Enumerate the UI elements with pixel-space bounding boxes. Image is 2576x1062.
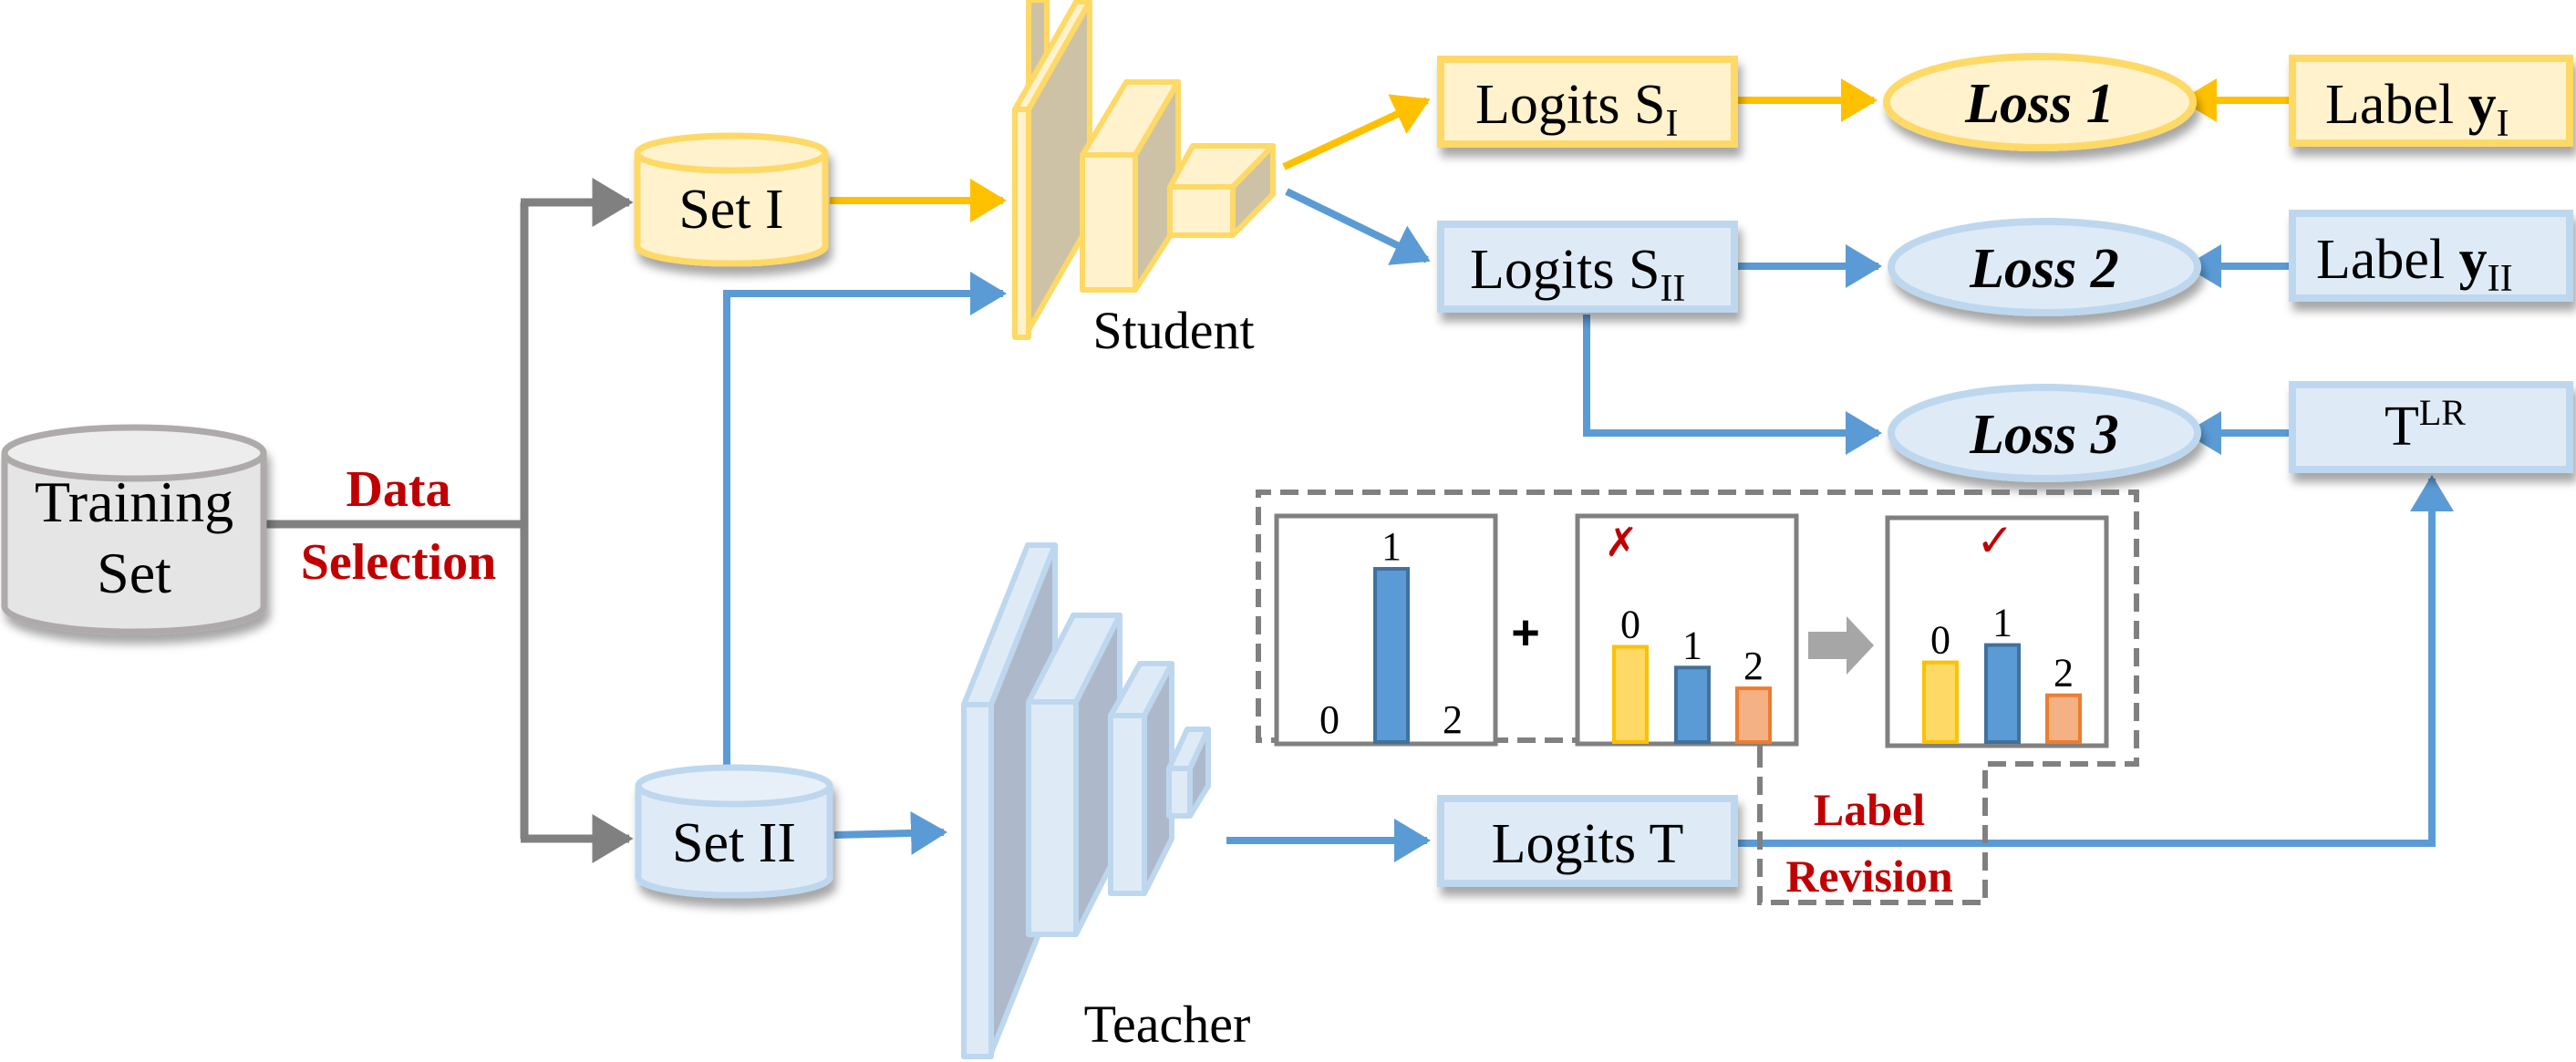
arrow-student-to-logits-sii (1285, 188, 1431, 265)
label-yi-symbol: y (2468, 74, 2497, 136)
bar-label-revised-label-class-2: 2 (2054, 651, 2074, 696)
svg-text:Label yI: Label yI (2325, 74, 2509, 145)
data-selection-label-line2: Selection (301, 534, 497, 591)
data-selection-label-line1: Data (346, 461, 450, 518)
svg-text:Logits SI: Logits SI (1475, 74, 1678, 145)
bar-revised-label-class-2 (2045, 693, 2082, 745)
bar-revised-label-class-1 (1984, 643, 2021, 744)
logits-t-node: Logits T (1437, 795, 1738, 887)
t-lr-superscript: LR (2419, 392, 2466, 433)
loss3-node: Loss 3 (1888, 384, 2201, 482)
bar-label-teacher-prediction-class-1: 1 (1682, 623, 1702, 667)
pipeline-diagram: Training Set Data Selection Set I Set II… (1, 0, 2573, 1059)
loss1-node: Loss 1 (1883, 53, 2197, 151)
student-network-icon (1012, 0, 1276, 340)
arrow-logits-sii-to-loss3 (1583, 314, 1882, 455)
bar-label-one-hot-label-class-2: 2 (1443, 697, 1463, 742)
logits-sii-node: Logits SII (1437, 221, 1738, 313)
teacher-network-icon (961, 542, 1211, 1059)
training-set-label-line1: Training (35, 469, 233, 534)
loss2-label: Loss 2 (1969, 238, 2119, 300)
arrow-set-ii-to-student (723, 272, 1007, 766)
set-ii-label: Set II (672, 812, 796, 874)
training-set-label-line2: Set (97, 541, 171, 605)
label-yii-subscript: II (2488, 258, 2513, 300)
bar-revised-label-class-0 (1922, 660, 1959, 744)
label-revision-line1: Label (1814, 784, 1925, 835)
bar-teacher-prediction-class-1 (1674, 665, 1711, 744)
arrow-student-to-logits-si (1282, 94, 1431, 170)
student-label: Student (1092, 301, 1254, 360)
plus-sign: + (1511, 605, 1540, 660)
logits-si-node: Logits SI (1437, 56, 1738, 148)
svg-text:Logits SII: Logits SII (1470, 239, 1685, 310)
bar-label-teacher-prediction-class-0: 0 (1620, 603, 1640, 647)
wrong-mark-icon: ✗ (1605, 520, 1639, 566)
label-yii-symbol: y (2459, 229, 2488, 291)
loss3-label: Loss 3 (1969, 404, 2119, 466)
arrow-set-ii-to-teacher (833, 810, 947, 855)
label-yii-text: Label (2316, 229, 2459, 291)
right-mark-icon: ✓ (1976, 514, 2014, 567)
t-lr-node: TLR (2289, 381, 2573, 473)
logits-sii-subscript: II (1660, 268, 1685, 310)
logits-t-label: Logits T (1492, 813, 1684, 875)
svg-text:Label yII: Label yII (2316, 229, 2513, 300)
logits-si-subscript: I (1665, 103, 1678, 145)
label-yi-node: Label yI (2289, 55, 2573, 147)
logits-si-label: Logits S (1475, 74, 1665, 136)
transform-arrow-icon (1808, 616, 1874, 675)
bar-teacher-prediction-class-0 (1612, 644, 1649, 744)
bar-one-hot-label-class-1 (1373, 567, 1410, 744)
bar-teacher-prediction-class-2 (1735, 686, 1772, 744)
bar-label-one-hot-label-class-1: 1 (1381, 524, 1402, 569)
t-lr-label: T (2385, 396, 2419, 458)
teacher-label: Teacher (1084, 995, 1251, 1054)
label-yii-node: Label yII (2289, 210, 2573, 302)
label-yi-text: Label (2325, 74, 2468, 136)
bar-label-revised-label-class-0: 0 (1930, 618, 1950, 663)
logits-sii-label: Logits S (1470, 239, 1660, 301)
bar-label-teacher-prediction-class-2: 2 (1743, 644, 1764, 688)
label-revision-line2: Revision (1785, 851, 1953, 902)
set-i-label: Set I (678, 179, 783, 241)
bar-label-revised-label-class-1: 1 (1992, 601, 2012, 645)
label-yi-subscript: I (2497, 103, 2509, 145)
bar-label-one-hot-label-class-0: 0 (1319, 697, 1340, 742)
loss1-label: Loss 1 (1964, 73, 2115, 135)
loss2-node: Loss 2 (1888, 218, 2201, 316)
